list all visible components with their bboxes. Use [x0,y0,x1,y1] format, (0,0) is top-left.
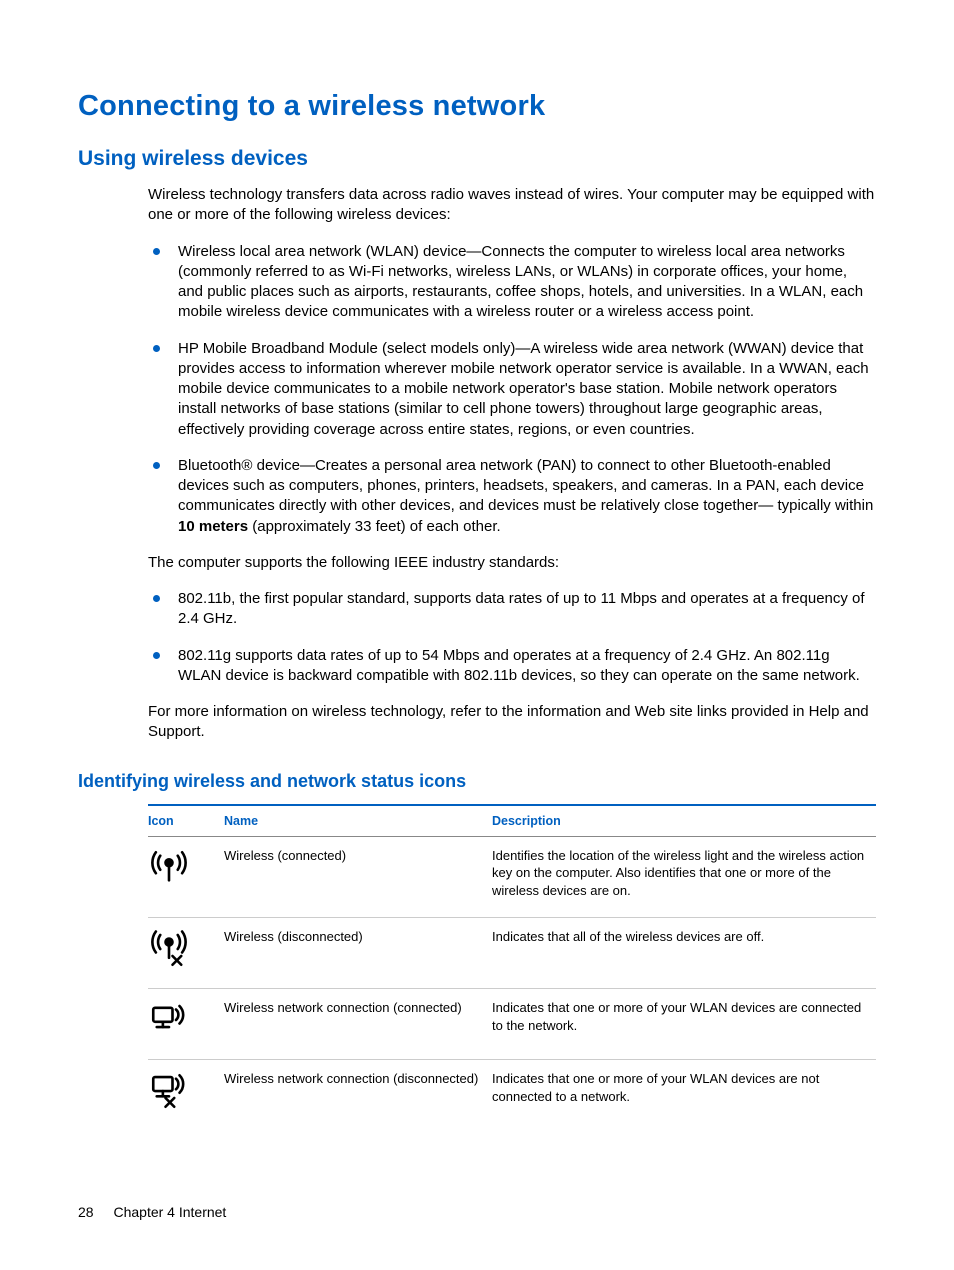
table-row: Wireless network connection (connected) … [148,989,876,1060]
heading-1: Connecting to a wireless network [78,90,876,123]
list-item: Bluetooth® device—Creates a personal are… [148,456,876,537]
table-wrapper: Icon Name Description [148,804,876,1131]
icon-cell [148,836,224,918]
icon-cell [148,1060,224,1131]
standards-intro: The computer supports the following IEEE… [148,553,876,573]
name-cell: Wireless (disconnected) [224,918,492,989]
name-cell: Wireless network connection (disconnecte… [224,1060,492,1131]
list-item: 802.11g supports data rates of up to 54 … [148,646,876,687]
name-cell: Wireless (connected) [224,836,492,918]
desc-cell: Indicates that all of the wireless devic… [492,918,876,989]
document-page: Connecting to a wireless network Using w… [0,0,954,1270]
bluetooth-main: Bluetooth® device—Creates a personal are… [178,457,864,515]
bluetooth-bold: 10 meters [178,518,248,535]
chapter-label: Chapter 4 Internet [113,1204,226,1220]
table-row: Wireless network connection (disconnecte… [148,1060,876,1131]
bluetooth-tail-post: (approximately 33 feet) of each other. [248,518,501,535]
th-name: Name [224,805,492,837]
table-row: Wireless (disconnected) Indicates that a… [148,918,876,989]
wireless-disconnected-icon [148,928,190,970]
outro-paragraph: For more information on wireless technol… [148,702,876,743]
icon-cell [148,918,224,989]
page-footer: 28 Chapter 4 Internet [78,1204,226,1220]
standards-list: 802.11b, the first popular standard, sup… [148,589,876,686]
intro-paragraph: Wireless technology transfers data acros… [148,185,876,226]
network-connected-icon [148,999,190,1041]
table-row: Wireless (connected) Identifies the loca… [148,836,876,918]
wireless-connected-icon [148,847,190,889]
bluetooth-tail-pre: typically within [777,497,873,514]
desc-cell: Indicates that one or more of your WLAN … [492,1060,876,1131]
list-item: Wireless local area network (WLAN) devic… [148,242,876,323]
name-cell: Wireless network connection (connected) [224,989,492,1060]
icons-table: Icon Name Description [148,804,876,1131]
device-list: Wireless local area network (WLAN) devic… [148,242,876,537]
page-number: 28 [78,1204,94,1220]
desc-cell: Indicates that one or more of your WLAN … [492,989,876,1060]
desc-cell: Identifies the location of the wireless … [492,836,876,918]
th-desc: Description [492,805,876,837]
heading-3: Identifying wireless and network status … [78,771,876,792]
list-item: HP Mobile Broadband Module (select model… [148,339,876,440]
th-icon: Icon [148,805,224,837]
icon-cell [148,989,224,1060]
network-disconnected-icon [148,1070,190,1112]
body-content: Wireless technology transfers data acros… [148,185,876,743]
heading-2: Using wireless devices [78,147,876,171]
list-item: 802.11b, the first popular standard, sup… [148,589,876,630]
